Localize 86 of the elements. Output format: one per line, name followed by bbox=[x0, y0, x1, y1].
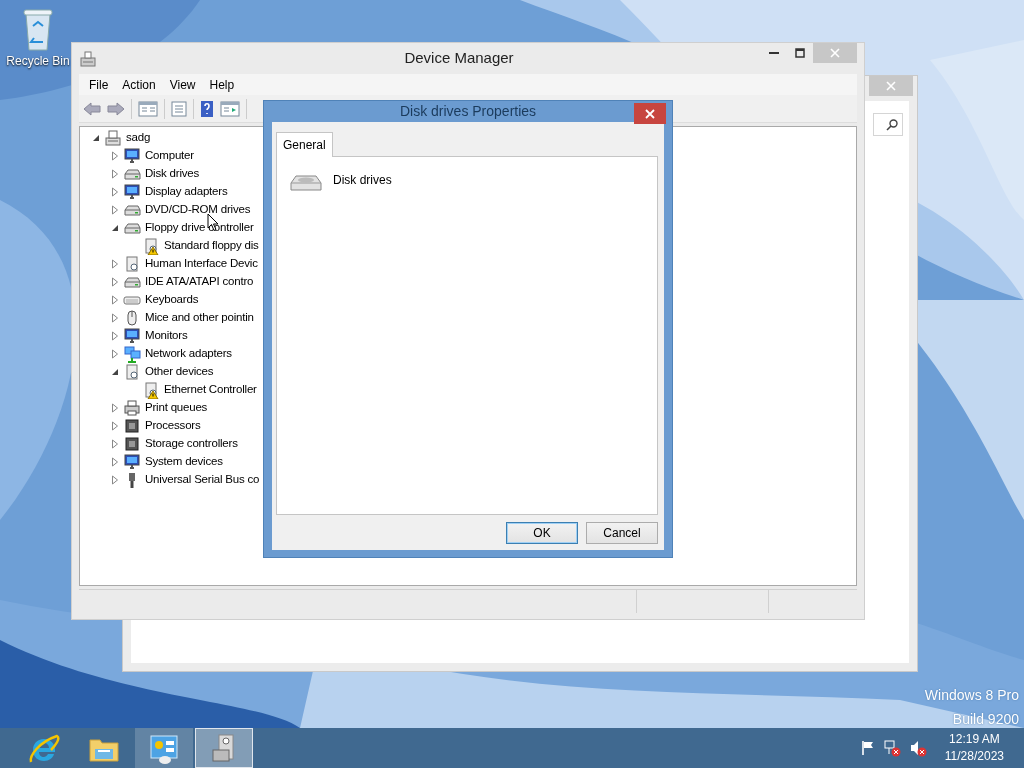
collapsed-arrow-icon[interactable] bbox=[111, 313, 119, 323]
collapsed-arrow-icon[interactable] bbox=[111, 439, 119, 449]
expanded-arrow-icon[interactable] bbox=[111, 224, 119, 232]
window-icon[interactable] bbox=[138, 100, 158, 117]
close-button[interactable] bbox=[634, 103, 666, 124]
chip-icon bbox=[123, 435, 141, 453]
network-icon bbox=[123, 345, 141, 363]
network-error-icon[interactable] bbox=[882, 739, 901, 757]
cancel-button[interactable]: Cancel bbox=[586, 522, 658, 544]
collapsed-arrow-icon[interactable] bbox=[111, 259, 119, 269]
collapsed-arrow-icon[interactable] bbox=[111, 277, 119, 287]
device-icon bbox=[123, 255, 141, 273]
monitor-icon bbox=[123, 327, 141, 345]
tree-item[interactable]: Disk drives bbox=[145, 165, 200, 183]
tree-item[interactable]: sadg bbox=[126, 129, 151, 147]
collapsed-arrow-icon[interactable] bbox=[111, 457, 119, 467]
device-manager-icon bbox=[79, 49, 97, 68]
close-icon bbox=[886, 81, 896, 91]
tree-item[interactable]: Processors bbox=[145, 417, 201, 435]
device-name: Disk drives bbox=[333, 172, 392, 189]
collapsed-arrow-icon[interactable] bbox=[111, 187, 119, 197]
flag-icon[interactable] bbox=[860, 740, 875, 756]
maximize-icon bbox=[795, 48, 805, 58]
clock[interactable]: 12:19 AM 11/28/2023 bbox=[944, 731, 1004, 765]
monitor-icon bbox=[123, 453, 141, 471]
collapsed-arrow-icon[interactable] bbox=[111, 205, 119, 215]
printer-icon bbox=[123, 399, 141, 417]
forward-arrow-icon[interactable] bbox=[107, 100, 125, 117]
tree-item[interactable]: Human Interface Devic bbox=[145, 255, 258, 273]
close-icon bbox=[645, 108, 655, 119]
tree-item[interactable]: Keyboards bbox=[145, 291, 199, 309]
computer-icon bbox=[104, 129, 122, 147]
tree-item[interactable]: Monitors bbox=[145, 327, 188, 345]
tree-item[interactable]: System devices bbox=[145, 453, 223, 471]
collapsed-arrow-icon[interactable] bbox=[111, 421, 119, 431]
collapsed-arrow-icon[interactable] bbox=[111, 475, 119, 485]
help-icon[interactable] bbox=[200, 99, 214, 118]
collapsed-arrow-icon[interactable] bbox=[111, 349, 119, 359]
monitor-icon bbox=[123, 183, 141, 201]
tree-item[interactable]: Ethernet Controller bbox=[164, 381, 257, 399]
monitor-icon bbox=[123, 147, 141, 165]
back-arrow-icon[interactable] bbox=[83, 100, 101, 117]
control-panel-icon bbox=[147, 732, 181, 764]
tree-item[interactable]: Mice and other pointin bbox=[145, 309, 254, 327]
chip-icon bbox=[123, 417, 141, 435]
tree-item[interactable]: Universal Serial Bus co bbox=[145, 471, 260, 489]
tree-item[interactable]: Storage controllers bbox=[145, 435, 238, 453]
menu-item[interactable]: View bbox=[163, 75, 202, 94]
taskbar-button[interactable] bbox=[195, 728, 253, 768]
menu-item[interactable]: Action bbox=[116, 75, 162, 94]
build-text: Build 9200 bbox=[952, 710, 1019, 729]
edition-text: Windows 8 Pro bbox=[924, 686, 1019, 705]
collapsed-arrow-icon[interactable] bbox=[111, 331, 119, 341]
search-icon bbox=[886, 118, 898, 131]
tree-item[interactable]: DVD/CD-ROM drives bbox=[145, 201, 251, 219]
tree-item[interactable]: Standard floppy dis bbox=[164, 237, 259, 255]
recycle-bin-icon[interactable] bbox=[21, 6, 55, 52]
close-icon bbox=[830, 48, 840, 58]
expanded-arrow-icon[interactable] bbox=[111, 368, 119, 376]
menu-item[interactable]: File bbox=[83, 75, 115, 94]
search-field[interactable] bbox=[873, 113, 903, 136]
window-icon[interactable] bbox=[220, 100, 240, 117]
clock-time: 12:19 AM bbox=[948, 731, 1001, 748]
tab[interactable]: General bbox=[276, 132, 333, 157]
browser-icon bbox=[27, 732, 61, 764]
tree-item[interactable]: Network adapters bbox=[145, 345, 232, 363]
minimize-icon bbox=[769, 52, 779, 54]
tree-item[interactable]: Computer bbox=[145, 147, 194, 165]
ok-button[interactable]: OK bbox=[506, 522, 578, 544]
expanded-arrow-icon[interactable] bbox=[92, 134, 100, 142]
collapsed-arrow-icon[interactable] bbox=[111, 403, 119, 413]
collapsed-arrow-icon[interactable] bbox=[111, 169, 119, 179]
tree-item[interactable]: Display adapters bbox=[145, 183, 228, 201]
list-icon[interactable] bbox=[171, 100, 187, 117]
window-title: Device Manager bbox=[403, 48, 515, 69]
muted-speaker-icon[interactable] bbox=[908, 739, 927, 757]
collapsed-arrow-icon[interactable] bbox=[111, 151, 119, 161]
menu-item[interactable]: Help bbox=[203, 75, 241, 94]
collapsed-arrow-icon[interactable] bbox=[111, 295, 119, 305]
tree-item[interactable]: Print queues bbox=[145, 399, 208, 417]
dialog-title: Disk drives Properties bbox=[399, 102, 537, 121]
tree-item[interactable]: IDE ATA/ATAPI contro bbox=[145, 273, 254, 291]
clock-date: 11/28/2023 bbox=[944, 748, 1004, 765]
device-icon bbox=[123, 363, 141, 381]
tree-item[interactable]: Other devices bbox=[145, 363, 214, 381]
taskbar-button[interactable] bbox=[135, 728, 193, 768]
